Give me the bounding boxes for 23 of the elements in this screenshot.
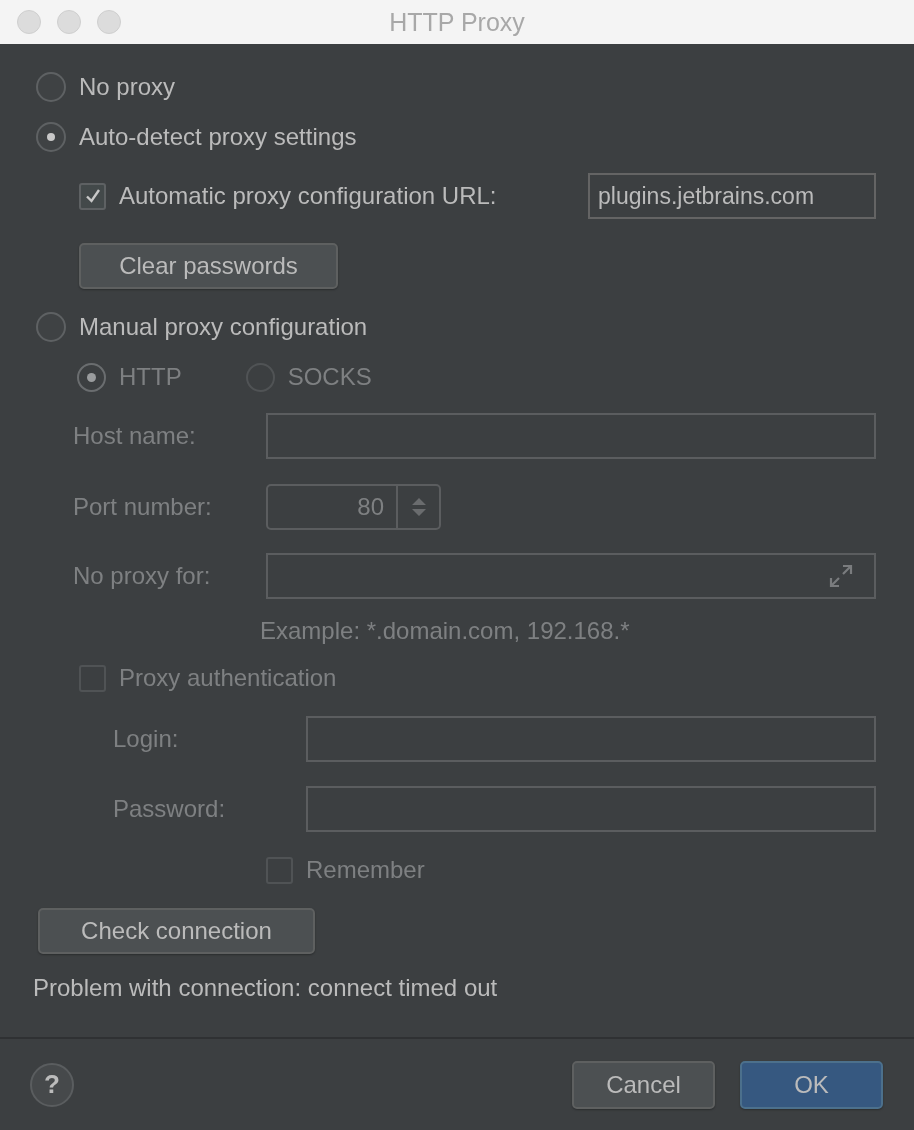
- field-label: Port number:: [72, 493, 213, 521]
- status-message: Problem with connection: connect timed out: [33, 974, 498, 1002]
- clear-passwords-button[interactable]: Clear passwords: [79, 243, 338, 289]
- hint-text: Example: *.domain.com, 192.168.*: [260, 617, 630, 645]
- check-connection-button[interactable]: Check connection: [38, 908, 315, 954]
- radio-button[interactable]: [36, 122, 66, 152]
- help-button[interactable]: ?: [30, 1062, 74, 1107]
- field-label: No proxy for:: [72, 562, 212, 590]
- cancel-button[interactable]: Cancel: [572, 1060, 715, 1109]
- radio-button[interactable]: [36, 72, 66, 102]
- field-label: Login:: [112, 725, 180, 753]
- checkbox-label[interactable]: Automatic proxy configuration URL:: [119, 182, 497, 210]
- window-minimize-button[interactable]: [57, 10, 81, 34]
- url-input-field[interactable]: plugins.jetbrains.com: [588, 173, 876, 219]
- field-label: Password:: [112, 795, 227, 823]
- radio-label[interactable]: No proxy: [79, 73, 176, 101]
- checkbox[interactable]: [79, 182, 106, 210]
- window-title: HTTP Proxy: [389, 7, 525, 37]
- window-zoom-button[interactable]: [97, 10, 121, 34]
- radio-label[interactable]: Auto-detect proxy settings: [79, 123, 357, 151]
- window-close-button[interactable]: [17, 10, 41, 34]
- field-label: Host name:: [72, 422, 197, 450]
- ok-button[interactable]: OK: [740, 1060, 883, 1109]
